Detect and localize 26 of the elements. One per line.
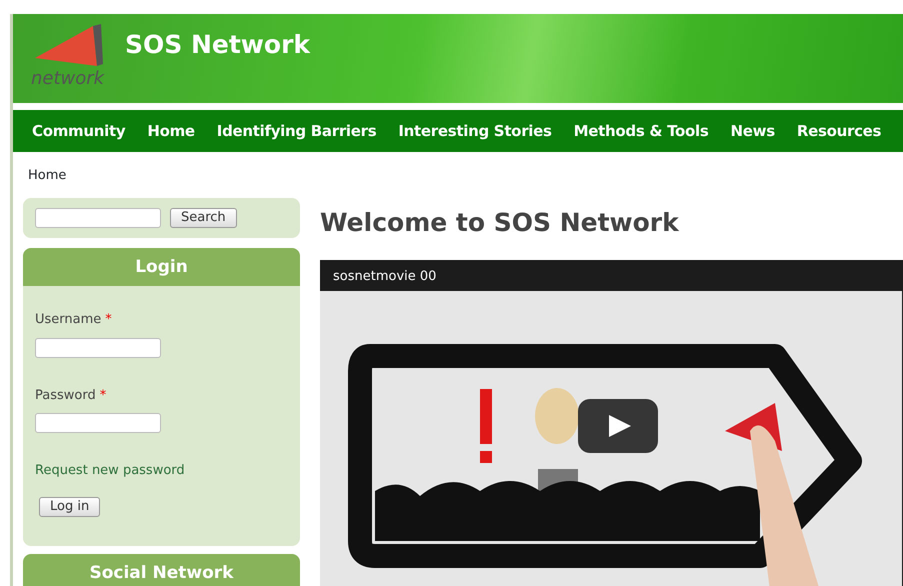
- input-field[interactable]: [35, 413, 161, 433]
- nav-link[interactable]: Home: [136, 120, 206, 142]
- play-icon[interactable]: [578, 398, 658, 452]
- block-title: Social Network: [23, 554, 300, 586]
- block-title: Login: [23, 248, 300, 286]
- field-label: Username: [35, 312, 102, 327]
- nav-link[interactable]: Resources: [786, 120, 892, 142]
- video-title[interactable]: sosnetmovie 00: [333, 268, 436, 284]
- required-mark: *: [105, 312, 112, 327]
- video-player[interactable]: sosnetmovie 00: [320, 260, 903, 586]
- login-button[interactable]: Log in: [39, 496, 100, 516]
- field-label: Password: [35, 388, 96, 402]
- nav-link[interactable]: Methods & Tools: [562, 120, 720, 142]
- nav-link[interactable]: Community: [21, 120, 136, 142]
- search-button[interactable]: Search: [170, 208, 237, 228]
- search-field[interactable]: [35, 208, 161, 228]
- required-mark: *: [100, 388, 106, 402]
- input-field[interactable]: [35, 338, 161, 358]
- nav-link[interactable]: Interesting Stories: [387, 120, 563, 142]
- page-heading: Welcome to SOS Network: [320, 207, 680, 239]
- breadcrumb-link[interactable]: Home: [28, 168, 66, 183]
- logo-text: network: [31, 70, 106, 88]
- request-password-link[interactable]: Request new password: [35, 461, 185, 480]
- nav-link[interactable]: Identifying Barriers: [206, 120, 388, 142]
- site-name[interactable]: SOS Network: [125, 26, 310, 64]
- nav-link[interactable]: News: [720, 120, 786, 142]
